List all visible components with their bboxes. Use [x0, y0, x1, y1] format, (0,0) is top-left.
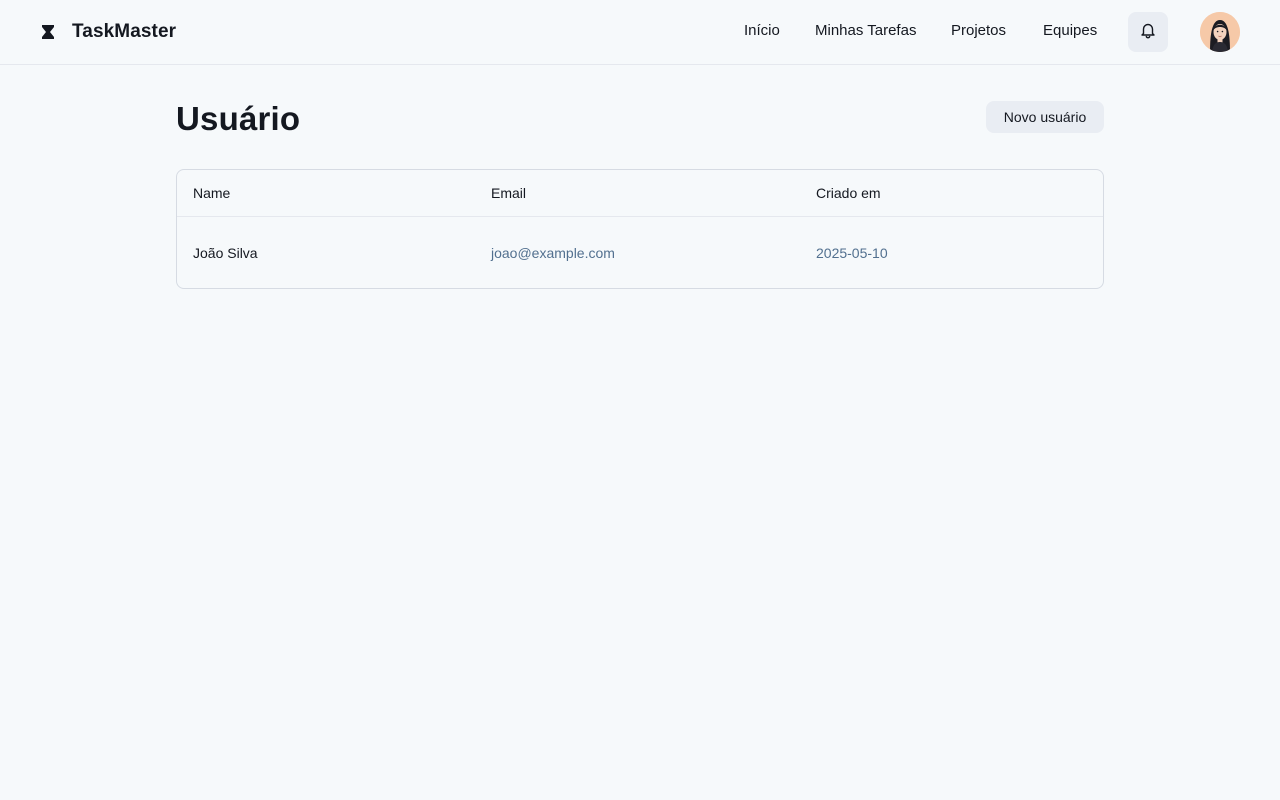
notifications-button[interactable]	[1128, 12, 1168, 52]
nav-link-equipes[interactable]: Equipes	[1043, 22, 1097, 39]
top-navigation-bar: TaskMaster Início Minhas Tarefas Projeto…	[0, 0, 1280, 65]
page-title: Usuário	[176, 100, 301, 137]
hourglass-logo-icon	[40, 24, 56, 40]
app-name: TaskMaster	[72, 21, 177, 42]
nav-link-inicio[interactable]: Início	[744, 22, 780, 39]
bell-icon	[1139, 21, 1157, 44]
brand[interactable]: TaskMaster	[40, 20, 176, 44]
column-header-created[interactable]: Criado em	[816, 185, 881, 201]
nav-link-projetos[interactable]: Projetos	[951, 22, 1006, 39]
column-header-email[interactable]: Email	[491, 185, 526, 201]
column-header-name[interactable]: Name	[193, 185, 230, 201]
cell-name: João Silva	[193, 245, 258, 261]
cell-created: 2025-05-10	[816, 245, 888, 261]
new-user-button[interactable]: Novo usuário	[986, 101, 1104, 133]
table-header: Name Email Criado em	[177, 170, 1103, 217]
cell-email[interactable]: joao@example.com	[491, 245, 615, 261]
users-table: Name Email Criado em João Silva joao@exa…	[176, 169, 1104, 289]
nav-link-minhas-tarefas[interactable]: Minhas Tarefas	[815, 22, 916, 39]
user-avatar[interactable]	[1200, 12, 1240, 52]
